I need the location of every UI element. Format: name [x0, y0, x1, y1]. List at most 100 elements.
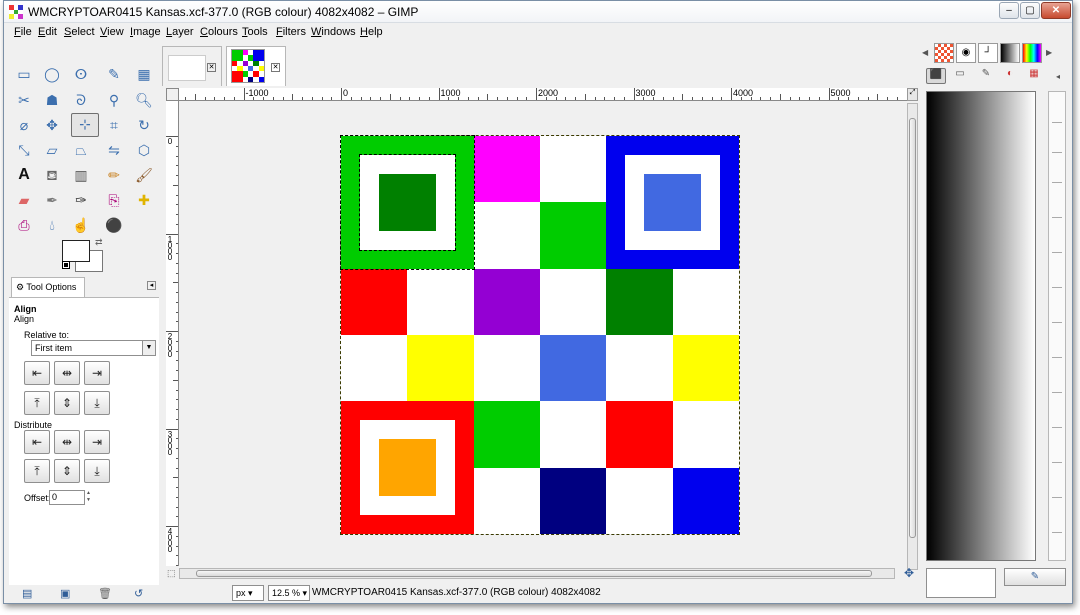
horizontal-scroll-thumb[interactable] [196, 570, 872, 577]
horizontal-scroll-track[interactable] [179, 568, 895, 579]
menu-image[interactable]: Image [130, 26, 161, 38]
menu-filters[interactable]: Filters [276, 26, 306, 38]
panel-menu-icon[interactable]: ◂ [147, 281, 156, 290]
brushes-tab[interactable]: ◉ [956, 43, 976, 63]
image-tab-kansas[interactable]: ✕ [226, 46, 286, 86]
restore-options-icon[interactable]: ▣ [60, 587, 70, 600]
horizontal-scrollbar[interactable]: ⬚ [167, 568, 907, 579]
patterns-tab[interactable] [934, 43, 954, 63]
perspective-clone-icon[interactable]: ⎙ [14, 215, 34, 235]
ellipse-select-icon[interactable]: ◯ [42, 64, 62, 84]
swap-colors-icon[interactable]: ⇄ [95, 237, 103, 248]
distribute-top-button[interactable]: ⤒ [24, 459, 50, 483]
cage-transform-icon[interactable]: ⬡ [134, 140, 154, 160]
tool-options-tab[interactable]: ⚙ Tool Options [11, 277, 85, 297]
gradients-tab[interactable]: ┘ [978, 43, 998, 63]
menu-file[interactable]: File [14, 26, 32, 38]
smudge-icon[interactable]: ☝ [71, 215, 91, 235]
scissors-select-icon[interactable]: ✂ [14, 90, 34, 110]
measure-icon[interactable]: ⌀ [14, 115, 34, 135]
paths-subtab[interactable]: ✎ [976, 68, 996, 84]
horizontal-ruler[interactable]: -1000 0 1000 2000 3000 4000 5000 [179, 88, 907, 101]
relative-to-dropdown[interactable]: First item ▼ [31, 340, 156, 356]
distribute-right-button[interactable]: ⇥ [84, 430, 110, 454]
menu-edit[interactable]: Edit [38, 26, 57, 38]
align-left-button[interactable]: ⇤ [24, 361, 50, 385]
color-picker-icon[interactable]: ⚲ [104, 90, 124, 110]
vertical-scroll-track[interactable] [907, 103, 918, 570]
vertical-scrollbar[interactable]: ⤢ [907, 88, 918, 572]
select-by-color-icon[interactable]: ▦ [134, 64, 154, 84]
menu-windows[interactable]: Windows [311, 26, 356, 38]
dock-bottom-button[interactable]: ✎ [1004, 568, 1066, 586]
right-dock-scroll[interactable] [1048, 91, 1066, 561]
colormap-subtab[interactable]: ◐ [1000, 68, 1020, 84]
menu-help[interactable]: Help [360, 26, 383, 38]
close-tab-icon[interactable]: ✕ [207, 63, 216, 72]
rotate-icon[interactable]: ↻ [134, 115, 154, 135]
foreground-select-icon[interactable]: ☗ [42, 90, 62, 110]
menu-select[interactable]: Select [64, 26, 95, 38]
palettes-tab[interactable] [1022, 43, 1042, 63]
maximize-button[interactable]: ▢ [1020, 2, 1040, 19]
move-icon[interactable]: ✥ [42, 115, 62, 135]
distribute-bottom-button[interactable]: ⤓ [84, 459, 110, 483]
panel-menu-icon[interactable]: ◂ [1056, 72, 1060, 81]
paths-icon[interactable]: ᘐ [71, 90, 91, 110]
vertical-scroll-thumb[interactable] [909, 118, 916, 538]
flip-icon[interactable]: ⇋ [104, 140, 124, 160]
image-canvas[interactable] [340, 135, 740, 535]
histogram-subtab[interactable]: ▦ [1024, 68, 1044, 84]
shear-icon[interactable]: ▱ [42, 140, 62, 160]
perspective-icon[interactable]: ⏢ [71, 140, 91, 160]
align-top-button[interactable]: ⤒ [24, 391, 50, 415]
dock-scroll-left-icon[interactable]: ◀ [922, 48, 928, 57]
dock-bottom-input[interactable] [926, 568, 996, 598]
rect-select-icon[interactable]: ▭ [14, 64, 34, 84]
airbrush-icon[interactable]: ✒ [42, 190, 62, 210]
delete-options-icon[interactable]: 🗑︎ [98, 587, 112, 600]
navigate-icon[interactable]: ✥ [904, 566, 914, 580]
reset-options-icon[interactable]: ↺ [134, 587, 143, 600]
zoom-dropdown[interactable]: 12.5 % ▾ [268, 585, 310, 601]
dock-scroll-right-icon[interactable]: ▶ [1046, 48, 1052, 57]
clone-icon[interactable]: ⎘ [104, 190, 124, 210]
paintbrush-icon[interactable]: 🖌︎ [134, 165, 154, 185]
distribute-center-button[interactable]: ⇹ [54, 430, 80, 454]
blend-icon[interactable]: ▥ [71, 165, 91, 185]
scale-icon[interactable]: ⤡ [14, 140, 34, 160]
align-right-button[interactable]: ⇥ [84, 361, 110, 385]
free-select-icon[interactable]: ⵙ [71, 64, 91, 84]
menu-tools[interactable]: Tools [242, 26, 268, 38]
fg-bg-colors[interactable]: ⇄ [62, 237, 106, 272]
pencil-icon[interactable]: ✏ [104, 165, 124, 185]
bucket-fill-icon[interactable]: ⛾ [42, 165, 62, 185]
offset-field[interactable]: 0 [49, 490, 85, 505]
text-icon[interactable]: A [14, 165, 34, 185]
zoom-icon[interactable]: 🔍︎ [134, 90, 154, 110]
menu-colours[interactable]: Colours [200, 26, 238, 38]
layers-subtab[interactable]: ⬛ [926, 68, 946, 84]
ink-icon[interactable]: ✑ [71, 190, 91, 210]
minimize-button[interactable]: – [999, 2, 1019, 19]
foreground-color-swatch[interactable] [62, 240, 90, 262]
quick-mask-corner[interactable] [166, 88, 179, 101]
vertical-ruler[interactable]: 0 1000 2000 3000 4000 [166, 101, 179, 566]
default-colors-icon[interactable] [62, 261, 70, 269]
fuzzy-select-icon[interactable]: ✎ [104, 64, 124, 84]
distribute-middle-button[interactable]: ⇕ [54, 459, 80, 483]
zoom-fit-icon[interactable]: ⤢ [907, 88, 918, 101]
align-icon[interactable]: ⊹ [71, 113, 99, 137]
align-center-button[interactable]: ⇹ [54, 361, 80, 385]
distribute-left-button[interactable]: ⇤ [24, 430, 50, 454]
eraser-icon[interactable]: ▰ [14, 190, 34, 210]
dodge-burn-icon[interactable]: ⚫ [104, 215, 124, 235]
canvas-area[interactable] [179, 101, 907, 566]
crop-icon[interactable]: ⌗ [104, 115, 124, 135]
close-tab-icon[interactable]: ✕ [271, 63, 280, 72]
offset-stepper[interactable]: ▲ ▼ [86, 490, 92, 505]
menu-view[interactable]: View [100, 26, 124, 38]
menu-layer[interactable]: Layer [166, 26, 194, 38]
save-options-icon[interactable]: ▤ [22, 587, 32, 600]
image-tab-blank[interactable]: ✕ [162, 46, 222, 86]
